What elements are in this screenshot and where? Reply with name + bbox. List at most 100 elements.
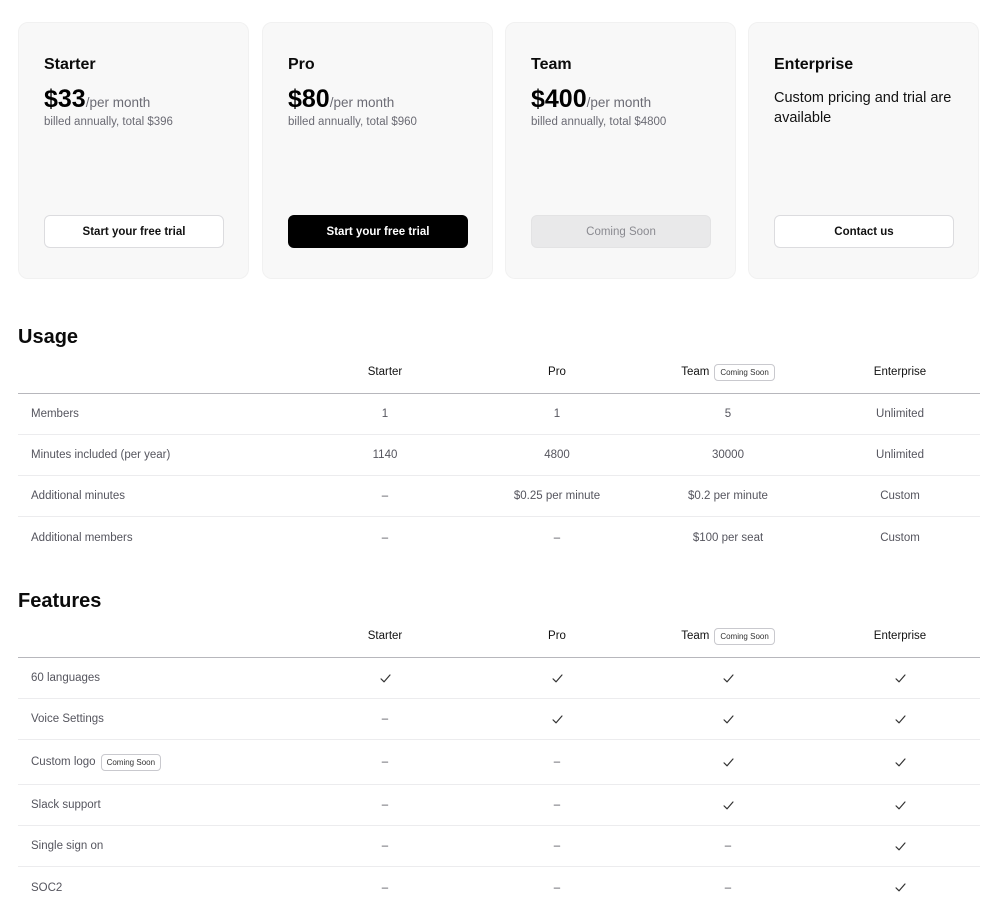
table-row: Custom logo Coming Soon – – bbox=[18, 740, 980, 785]
row-label: Additional members bbox=[31, 531, 133, 544]
check-icon bbox=[722, 672, 735, 685]
table-row: Additional members – – $100 per seat Cus… bbox=[18, 517, 980, 558]
cell-pro bbox=[482, 699, 632, 739]
plan-card-enterprise: Enterprise Custom pricing and trial are … bbox=[748, 22, 979, 279]
plan-billing-note: billed annually, total $396 bbox=[44, 116, 173, 128]
column-header-enterprise: Enterprise bbox=[873, 366, 927, 378]
table-header: Starter Pro Team Coming Soon Enterprise bbox=[18, 350, 980, 394]
plan-name: Pro bbox=[288, 56, 315, 73]
plan-price: $80/per month bbox=[288, 85, 394, 114]
usage-table: Starter Pro Team Coming Soon Enterprise M… bbox=[18, 350, 980, 558]
cell-starter: – bbox=[381, 490, 389, 502]
cell-pro: – bbox=[553, 840, 561, 852]
table-row: Members 1 1 5 Unlimited bbox=[18, 394, 980, 435]
start-free-trial-button[interactable]: Start your free trial bbox=[288, 215, 468, 248]
cell-team bbox=[653, 740, 803, 784]
table-row: Minutes included (per year) 1140 4800 30… bbox=[18, 435, 980, 476]
cell-pro: – bbox=[553, 881, 561, 894]
cell-team bbox=[653, 785, 803, 825]
table-row: Slack support – – bbox=[18, 785, 980, 826]
column-header-enterprise: Enterprise bbox=[873, 630, 927, 642]
plan-billing-note: billed annually, total $4800 bbox=[531, 116, 667, 128]
cell-pro: 4800 bbox=[544, 449, 570, 461]
check-icon bbox=[894, 756, 907, 769]
row-label-text: Custom logo bbox=[31, 756, 96, 768]
plan-name: Team bbox=[531, 56, 572, 73]
cell-starter: – bbox=[381, 881, 389, 894]
row-label-text: Single sign on bbox=[31, 840, 104, 852]
plan-description: Custom pricing and trial are available bbox=[774, 90, 952, 126]
cell-enterprise: Unlimited bbox=[876, 408, 924, 420]
features-table: Starter Pro Team Coming Soon Enterprise 6… bbox=[18, 614, 980, 908]
pricing-cards: Starter $33/per month billed annually, t… bbox=[18, 22, 980, 279]
table-row: SOC2 – – – bbox=[18, 867, 980, 908]
cell-enterprise bbox=[825, 658, 975, 698]
table-row: 60 languages bbox=[18, 658, 980, 699]
table-row: Additional minutes – $0.25 per minute $0… bbox=[18, 476, 980, 517]
cell-team: 30000 bbox=[712, 449, 744, 461]
row-label-text: 60 languages bbox=[31, 672, 101, 684]
cell-starter: – bbox=[381, 799, 389, 811]
cell-starter: – bbox=[381, 756, 389, 768]
check-icon bbox=[551, 672, 564, 685]
cell-starter: 1 bbox=[381, 408, 389, 420]
check-icon bbox=[894, 672, 907, 685]
check-icon bbox=[894, 713, 907, 726]
plan-name: Enterprise bbox=[774, 56, 854, 73]
cell-team bbox=[653, 658, 803, 698]
cell-team: $100 per seat bbox=[692, 531, 764, 544]
coming-soon-badge: Coming Soon bbox=[714, 627, 775, 645]
cell-starter: – bbox=[381, 531, 389, 544]
column-header-label: Team bbox=[681, 366, 710, 378]
contact-us-button[interactable]: Contact us bbox=[774, 215, 954, 248]
row-label: Additional minutes bbox=[31, 490, 125, 502]
cell-enterprise bbox=[825, 740, 975, 784]
cell-team bbox=[653, 699, 803, 739]
row-label: Voice Settings bbox=[31, 699, 104, 739]
cell-enterprise bbox=[825, 785, 975, 825]
column-header-starter: Starter bbox=[367, 630, 403, 642]
column-header-starter: Starter bbox=[367, 366, 403, 378]
cell-pro: – bbox=[553, 799, 561, 811]
row-label: Custom logo Coming Soon bbox=[31, 740, 162, 784]
feature-rows: 60 languages Voice Settings – Custom logo Co… bbox=[18, 658, 980, 908]
check-icon bbox=[379, 672, 392, 685]
check-icon bbox=[551, 713, 564, 726]
row-label: Slack support bbox=[31, 785, 101, 825]
row-label-text: SOC2 bbox=[31, 881, 63, 894]
cell-pro: $0.25 per minute bbox=[513, 490, 601, 502]
row-label: SOC2 bbox=[31, 867, 62, 908]
cell-team: – bbox=[724, 881, 732, 894]
column-header-label: Team bbox=[681, 630, 710, 642]
column-header-team: Team Coming Soon bbox=[653, 614, 803, 658]
plan-card-pro: Pro $80/per month billed annually, total… bbox=[262, 22, 493, 279]
cell-enterprise: Custom bbox=[880, 531, 920, 544]
cell-team: 5 bbox=[724, 408, 732, 420]
start-free-trial-button[interactable]: Start your free trial bbox=[44, 215, 224, 248]
plan-price-amount: $80 bbox=[288, 85, 330, 113]
row-label: Members bbox=[31, 408, 79, 420]
cell-starter: 1140 bbox=[372, 449, 398, 461]
cell-pro: 1 bbox=[553, 408, 561, 420]
cell-enterprise bbox=[825, 699, 975, 739]
column-header-team: Team Coming Soon bbox=[653, 350, 803, 394]
plan-price-amount: $33 bbox=[44, 85, 86, 113]
check-icon bbox=[894, 840, 907, 853]
cell-enterprise bbox=[825, 867, 975, 908]
row-label: Single sign on bbox=[31, 826, 103, 866]
cell-enterprise: Unlimited bbox=[876, 449, 924, 461]
check-icon bbox=[722, 713, 735, 726]
row-label-text: Voice Settings bbox=[31, 713, 104, 725]
plan-price: $33/per month bbox=[44, 85, 150, 114]
plan-billing-note: billed annually, total $960 bbox=[288, 116, 417, 128]
table-row: Single sign on – – – bbox=[18, 826, 980, 867]
cell-team: $0.2 per minute bbox=[688, 490, 768, 502]
cell-pro bbox=[482, 658, 632, 698]
plan-card-team: Team $400/per month billed annually, tot… bbox=[505, 22, 736, 279]
cell-pro: – bbox=[553, 531, 561, 544]
cell-enterprise: Custom bbox=[880, 490, 920, 502]
cell-pro: – bbox=[553, 756, 561, 768]
column-header-pro: Pro bbox=[548, 366, 566, 378]
coming-soon-badge: Coming Soon bbox=[714, 363, 775, 381]
coming-soon-badge: Coming Soon bbox=[100, 753, 162, 771]
